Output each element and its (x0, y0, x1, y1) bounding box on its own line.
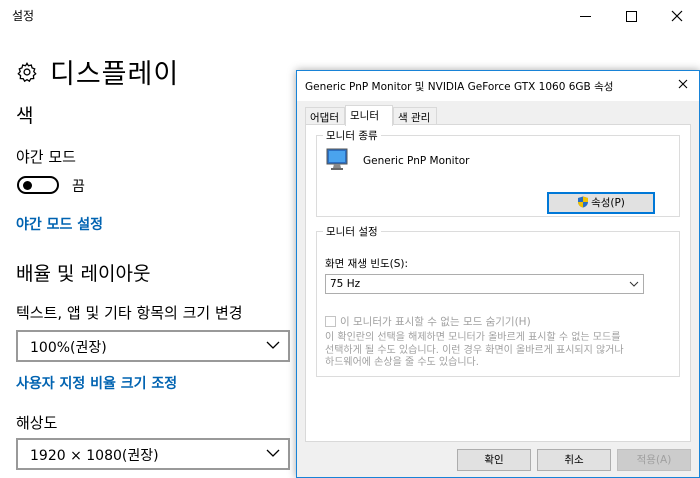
monitor-name: Generic PnP Monitor (363, 155, 470, 167)
chevron-down-icon (266, 341, 280, 349)
monitor-properties-button[interactable]: 속성(P) (547, 192, 655, 214)
scale-dropdown[interactable]: 100%(권장) (16, 330, 290, 362)
custom-scale-link[interactable]: 사용자 지정 비율 크기 조정 (16, 373, 177, 393)
scale-value: 100%(권장) (30, 340, 107, 356)
hide-modes-help-text: 이 확인란의 선택을 해제하면 모니터가 올바르게 표시할 수 없는 모드를 선… (325, 332, 624, 368)
night-mode-toggle[interactable] (17, 176, 59, 194)
gear-icon (17, 61, 37, 82)
scale-label: 텍스트, 앱 및 기타 항목의 크기 변경 (16, 304, 243, 322)
tab-adapter[interactable]: 어댑터 (305, 107, 345, 125)
minimize-icon (579, 15, 591, 17)
monitor-settings-group: 모니터 설정 화면 재생 빈도(S): 75 Hz 이 모니터가 표시할 수 없… (316, 224, 680, 377)
apply-button[interactable]: 적용(A) (617, 449, 691, 471)
monitor-icon (326, 148, 348, 170)
resolution-dropdown[interactable]: 1920 × 1080(권장) (16, 438, 290, 470)
page-title: 디스플레이 (50, 59, 180, 90)
hide-modes-checkbox[interactable] (325, 316, 336, 327)
close-button[interactable] (654, 0, 700, 32)
hide-modes-label: 이 모니터가 표시할 수 없는 모드 숨기기(H) (340, 316, 531, 328)
section-scale-layout: 배율 및 레이아웃 (16, 263, 151, 285)
close-icon (678, 79, 688, 89)
tab-monitor[interactable]: 모니터 (345, 105, 393, 126)
toggle-knob (23, 181, 32, 190)
resolution-label: 해상도 (16, 414, 58, 432)
night-mode-settings-link[interactable]: 야간 모드 설정 (16, 214, 103, 234)
monitor-properties-dialog: Generic PnP Monitor 및 NVIDIA GeForce GTX… (296, 70, 700, 478)
dialog-close-button[interactable] (675, 77, 691, 93)
maximize-button[interactable] (608, 0, 654, 32)
cancel-button[interactable]: 취소 (537, 449, 611, 471)
shield-icon (578, 196, 589, 208)
refresh-rate-value: 75 Hz (330, 278, 361, 290)
monitor-tab-panel: 모니터 종류 Generic PnP Monitor 속성(P) 모니터 설정 … (305, 124, 691, 442)
monitor-settings-title: 모니터 설정 (323, 224, 381, 239)
dialog-titlebar[interactable]: Generic PnP Monitor 및 NVIDIA GeForce GTX… (297, 71, 699, 101)
refresh-rate-label: 화면 재생 빈도(S): (325, 258, 409, 270)
chevron-down-icon (266, 449, 280, 457)
page-header: 디스플레이 (16, 52, 179, 91)
monitor-type-title: 모니터 종류 (323, 128, 381, 143)
maximize-icon (625, 10, 637, 22)
window-title: 설정 (12, 9, 35, 23)
refresh-rate-dropdown[interactable]: 75 Hz (325, 274, 644, 294)
resolution-value: 1920 × 1080(권장) (30, 448, 159, 464)
section-color: 색 (16, 105, 34, 127)
close-icon (671, 10, 683, 22)
chevron-down-icon (629, 281, 639, 287)
night-mode-state: 끔 (72, 179, 85, 195)
ok-button[interactable]: 확인 (457, 449, 531, 471)
dialog-title: Generic PnP Monitor 및 NVIDIA GeForce GTX… (305, 81, 614, 93)
minimize-button[interactable] (562, 0, 608, 32)
monitor-type-group: 모니터 종류 Generic PnP Monitor 속성(P) (316, 128, 680, 217)
night-mode-label: 야간 모드 (16, 148, 76, 166)
monitor-properties-label: 속성(P) (591, 197, 625, 209)
tab-color-management[interactable]: 색 관리 (393, 107, 437, 125)
